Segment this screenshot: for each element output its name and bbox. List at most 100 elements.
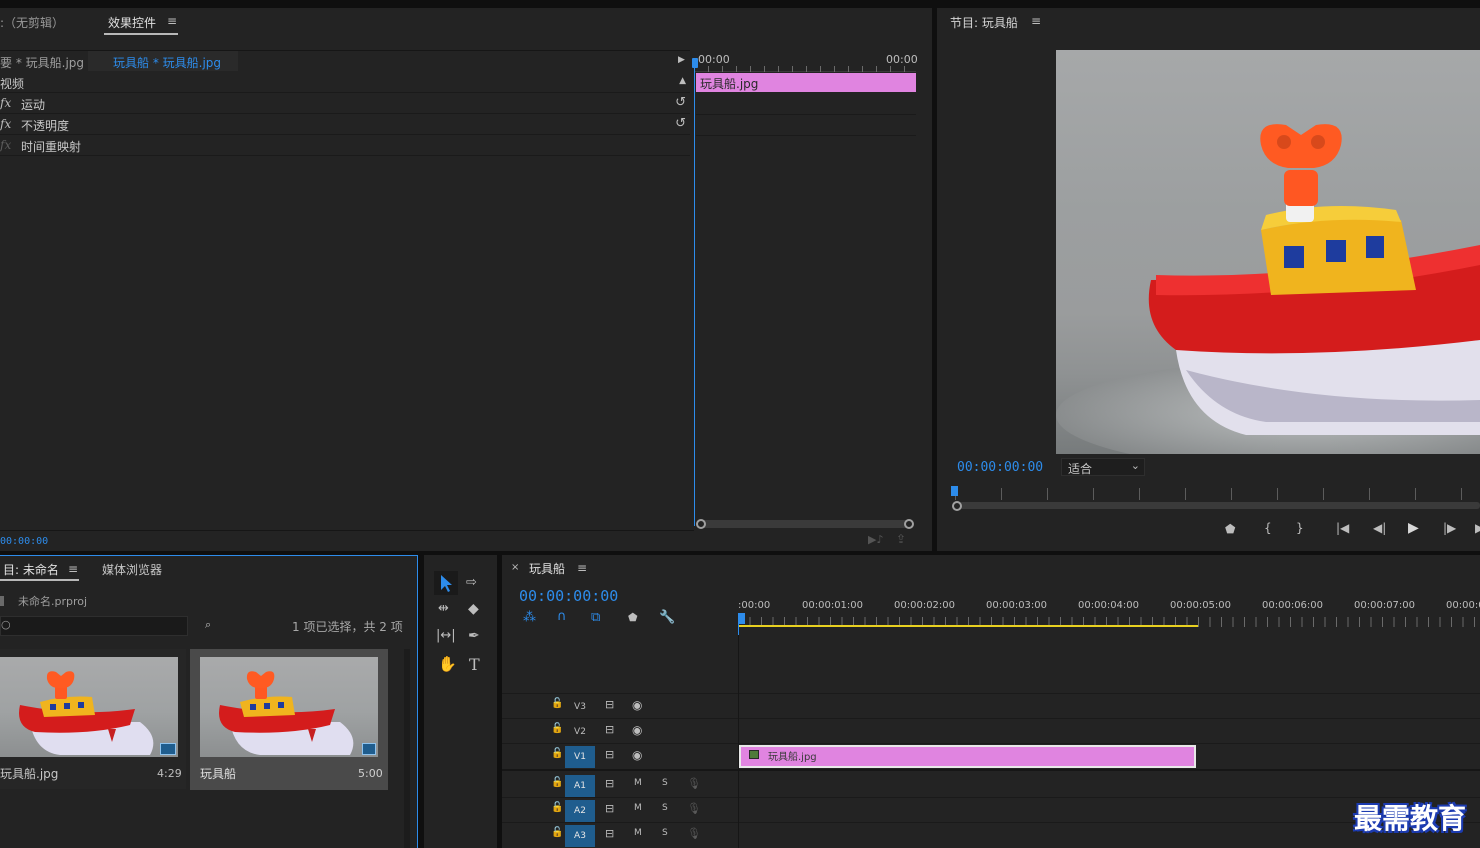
reset-icon[interactable]: ↺ xyxy=(675,95,686,110)
scroll-handle-left[interactable] xyxy=(952,501,962,511)
microphone-icon[interactable]: 🎙 xyxy=(687,802,701,815)
lock-icon[interactable]: 🔓 xyxy=(551,698,563,709)
effect-row-motion[interactable]: fx 运动 ↺ xyxy=(0,93,690,114)
scroll-handle-left[interactable] xyxy=(696,519,706,529)
step-forward-icon[interactable]: |▶ xyxy=(1443,521,1456,535)
go-to-in-icon[interactable]: |◀ xyxy=(1336,521,1349,535)
project-file-icon xyxy=(0,596,4,606)
fx-icon[interactable]: fx xyxy=(0,117,11,131)
solo-button[interactable]: S xyxy=(662,803,668,813)
lock-icon[interactable]: 🔓 xyxy=(551,723,563,734)
mute-button[interactable]: M xyxy=(634,828,642,838)
add-marker-icon[interactable]: ⬟ xyxy=(628,611,638,624)
menu-icon[interactable]: ≡ xyxy=(577,561,587,575)
fx-icon[interactable]: fx xyxy=(0,138,11,152)
menu-icon[interactable]: ≡ xyxy=(167,14,177,28)
project-item[interactable]: 玩具船 5:00 xyxy=(190,649,388,790)
mark-out-icon[interactable]: } xyxy=(1296,521,1304,535)
tab-project[interactable]: 目: 未命名 xyxy=(3,561,59,578)
sync-lock-icon[interactable]: ⊟ xyxy=(605,827,614,840)
program-timecode[interactable]: 00:00:00:00 xyxy=(957,460,1043,475)
linked-selection-icon[interactable]: ⧉ xyxy=(591,610,600,625)
track-v3[interactable]: V3 xyxy=(565,696,595,718)
sequence-tab[interactable]: 玩具船 xyxy=(529,560,565,577)
microphone-icon[interactable]: 🎙 xyxy=(687,827,701,840)
track-a1[interactable]: A1 xyxy=(565,775,595,797)
pen-icon[interactable]: ✒ xyxy=(468,628,480,644)
effect-row-opacity[interactable]: fx 不透明度 ↺ xyxy=(0,114,690,135)
lock-icon[interactable]: 🔓 xyxy=(551,777,563,788)
sync-lock-icon[interactable]: ⊟ xyxy=(605,698,614,711)
menu-icon[interactable]: ≡ xyxy=(68,562,78,576)
reset-icon[interactable]: ↺ xyxy=(675,116,686,131)
sync-lock-icon[interactable]: ⊟ xyxy=(605,777,614,790)
step-back-icon[interactable]: ◀| xyxy=(1373,521,1386,535)
track-select-forward-icon[interactable]: ⇨ xyxy=(466,575,477,590)
ripple-edit-icon[interactable]: ⇹ xyxy=(438,601,449,616)
nest-icon[interactable]: ⁂ xyxy=(523,610,536,625)
collapse-up-icon[interactable]: ▲ xyxy=(679,76,686,86)
microphone-icon[interactable]: 🎙 xyxy=(687,777,701,790)
sync-lock-icon[interactable]: ⊟ xyxy=(605,748,614,761)
effect-controls-timecode[interactable]: 00:00:00 xyxy=(0,536,48,547)
solo-button[interactable]: S xyxy=(662,828,668,838)
timeline-playhead-marker[interactable] xyxy=(738,613,745,624)
lock-icon[interactable]: 🔓 xyxy=(551,748,563,759)
program-title[interactable]: 节目: 玩具船 xyxy=(950,14,1018,31)
new-search-bin-icon[interactable]: ⌕ xyxy=(205,618,211,632)
menu-icon[interactable]: ≡ xyxy=(1031,14,1041,28)
track-a3[interactable]: A3 xyxy=(565,825,595,847)
track-v2[interactable]: V2 xyxy=(565,721,595,743)
work-area-bar[interactable] xyxy=(738,625,1198,627)
hand-icon[interactable]: ✋ xyxy=(438,655,457,673)
track-a2[interactable]: A2 xyxy=(565,800,595,822)
fx-icon[interactable]: fx xyxy=(0,96,11,110)
mute-button[interactable]: M xyxy=(634,778,642,788)
program-video-frame[interactable] xyxy=(1056,50,1480,454)
razor-icon[interactable]: ◆ xyxy=(468,601,479,617)
lock-icon[interactable]: 🔓 xyxy=(551,802,563,813)
mute-button[interactable]: M xyxy=(634,803,642,813)
playhead-marker[interactable] xyxy=(692,58,698,68)
lock-icon[interactable]: 🔓 xyxy=(551,827,563,838)
close-icon[interactable]: × xyxy=(511,562,519,573)
tab-media-browser[interactable]: 媒体浏览器 xyxy=(102,561,162,578)
sync-lock-icon[interactable]: ⊟ xyxy=(605,802,614,815)
search-input[interactable]: ○ xyxy=(0,616,188,636)
project-item[interactable]: 玩具船.jpg 4:29 xyxy=(0,649,186,789)
go-to-out-icon[interactable]: ▶ xyxy=(1475,521,1480,535)
play-audio-icon[interactable]: ▶♪ xyxy=(868,533,883,546)
eye-icon[interactable]: ◉ xyxy=(632,698,642,712)
scroll-handle-right[interactable] xyxy=(904,519,914,529)
eye-icon[interactable]: ◉ xyxy=(632,748,642,762)
play-icon[interactable]: ▶ xyxy=(1408,520,1419,536)
slip-icon[interactable]: |↔| xyxy=(436,628,456,643)
timeline-timecode[interactable]: 00:00:00:00 xyxy=(519,587,618,605)
selection-tool[interactable] xyxy=(434,571,458,595)
mini-zoom-scrollbar[interactable] xyxy=(700,520,910,528)
zoom-select[interactable]: 适合 ⌄ xyxy=(1061,458,1145,476)
source-tab[interactable]: :（无剪辑） xyxy=(0,14,64,31)
tab-effect-controls[interactable]: 效果控件 xyxy=(108,14,156,31)
snap-magnet-icon[interactable]: ∩ xyxy=(557,609,567,624)
wrench-icon[interactable]: 🔧 xyxy=(659,610,675,625)
track-v1[interactable]: V1 xyxy=(565,746,595,768)
program-zoom-bar[interactable] xyxy=(959,502,1480,509)
add-marker-icon[interactable]: ⬟ xyxy=(1225,522,1235,536)
type-tool-icon[interactable]: T xyxy=(469,655,480,674)
program-playhead[interactable] xyxy=(951,486,958,496)
project-scrollbar[interactable] xyxy=(404,649,410,848)
effect-row-time-remap[interactable]: fx 时间重映射 xyxy=(0,135,690,156)
timeline-clip[interactable]: 玩具船.jpg xyxy=(739,745,1196,768)
selection-count: 1 项已选择，共 2 项 xyxy=(292,620,403,634)
sync-lock-icon[interactable]: ⊟ xyxy=(605,723,614,736)
mark-in-icon[interactable]: { xyxy=(1264,521,1272,535)
clip-selector[interactable]: 玩具船 * 玩具船.jpg xyxy=(113,54,221,71)
eye-icon[interactable]: ◉ xyxy=(632,723,642,737)
program-ruler-ticks[interactable] xyxy=(955,488,1480,500)
export-icon[interactable]: ⇪ xyxy=(896,532,906,546)
solo-button[interactable]: S xyxy=(662,778,668,788)
master-clip[interactable]: 要 * 玩具船.jpg xyxy=(0,54,84,71)
mini-clip-bar[interactable]: 玩具船.jpg xyxy=(696,73,916,92)
expand-right-icon[interactable]: ▶ xyxy=(678,55,685,65)
